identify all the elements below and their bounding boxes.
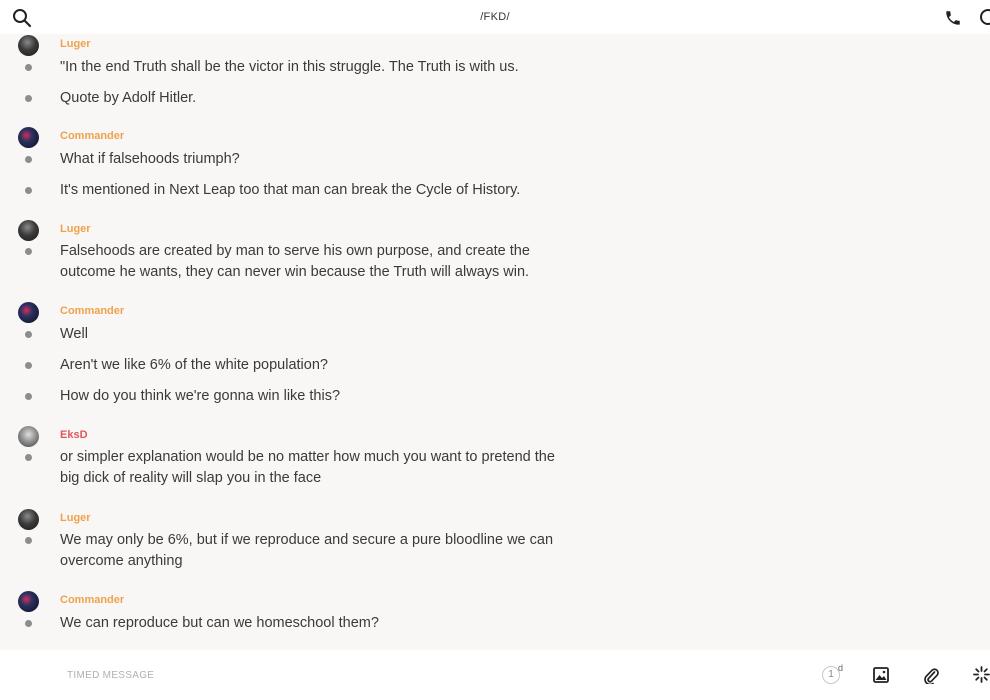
message-status-dot [25,454,32,461]
message-text: "In the end Truth shall be the victor in… [60,59,519,75]
sender-name[interactable]: Luger [60,512,91,524]
message-text: Well [60,326,88,342]
message-status-dot [25,64,32,71]
commander-avatar[interactable] [18,127,39,148]
eksd-avatar[interactable] [18,426,39,447]
message-list: Luger "In the end Truth shall be the vic… [0,34,990,650]
commander-avatar[interactable] [18,591,39,612]
composer-bar: TIMED MESSAGE 1 d [0,650,990,700]
message-text: It's mentioned in Next Leap too that man… [60,182,521,198]
sender-name[interactable]: EksD [60,429,88,441]
sender-name[interactable]: Commander [60,305,124,317]
luger-avatar[interactable] [18,35,39,56]
message-text: What if falsehoods triumph? [60,151,240,167]
message-status-dot [25,95,32,102]
conversation-title[interactable]: /FKD/ [0,11,990,23]
top-bar: /FKD/ [0,0,990,34]
message-input[interactable]: TIMED MESSAGE [67,670,154,681]
message-status-dot [25,537,32,544]
message-status-dot [25,362,32,369]
message-text: Aren't we like 6% of the white populatio… [60,357,328,373]
commander-avatar[interactable] [18,302,39,323]
timer-unit-label: d [838,663,844,673]
message-status-dot [25,620,32,627]
sender-name[interactable]: Commander [60,130,124,142]
paperclip-icon[interactable] [923,666,939,684]
message-status-dot [25,248,32,255]
message-status-dot [25,331,32,338]
luger-avatar[interactable] [18,220,39,241]
sender-name[interactable]: Commander [60,594,124,606]
message-text: or simpler explanation would be no matte… [60,449,555,486]
message-text: Quote by Adolf Hitler. [60,90,197,106]
message-status-dot [25,187,32,194]
message-status-dot [25,393,32,400]
sender-name[interactable]: Luger [60,223,91,235]
sparkle-icon[interactable] [973,666,990,683]
luger-avatar[interactable] [18,509,39,530]
message-status-dot [25,156,32,163]
message-text: We can reproduce but can we homeschool t… [60,615,379,631]
message-text: We may only be 6%, but if we reproduce a… [60,532,554,569]
message-text: Falsehoods are created by man to serve h… [60,243,530,280]
info-icon[interactable] [980,9,990,25]
message-text: How do you think we're gonna win like th… [60,388,341,404]
image-icon[interactable] [873,667,889,683]
sender-name[interactable]: Luger [60,38,91,50]
phone-icon[interactable] [944,9,962,27]
